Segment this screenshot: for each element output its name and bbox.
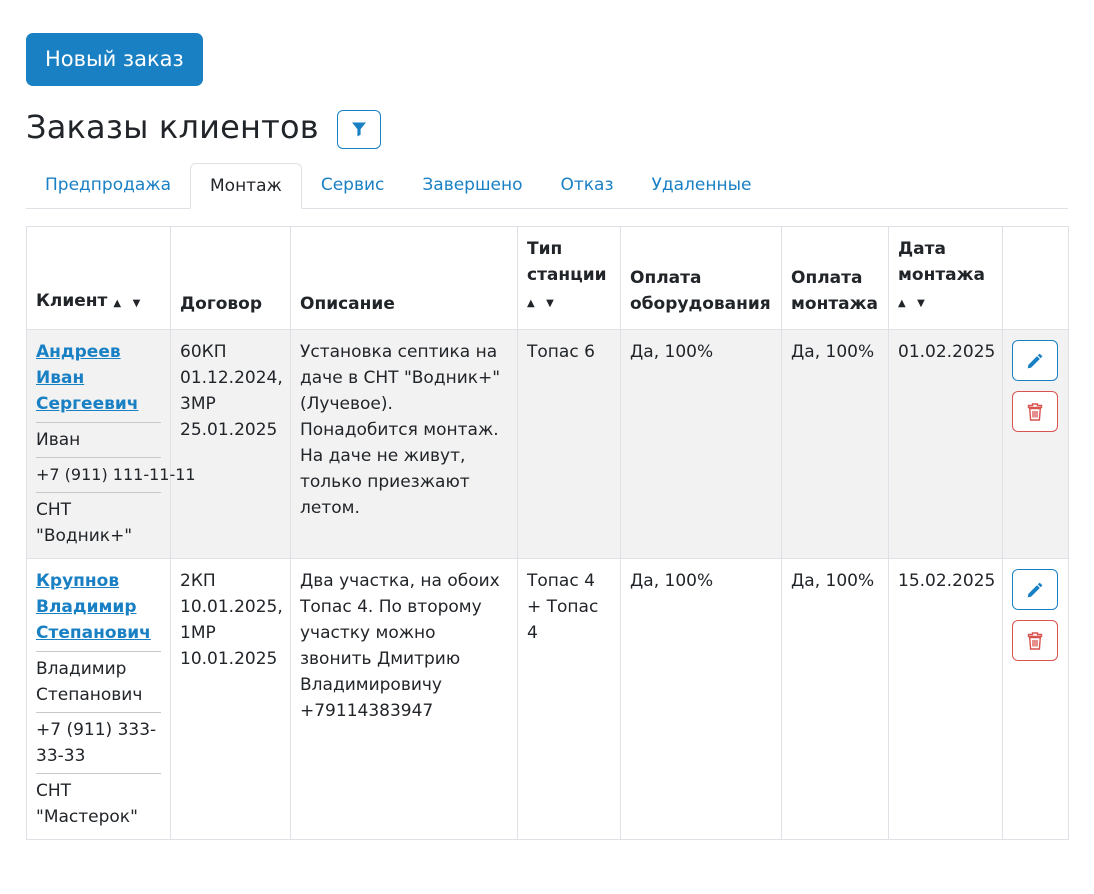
table-row: Крупнов Владимир Степанович Владимир Сте… bbox=[26, 558, 1069, 840]
client-location: СНТ "Водник+" bbox=[36, 492, 161, 549]
page-container: Новый заказ Заказы клиентов Предпродажа … bbox=[26, 33, 1069, 840]
column-header-station-type[interactable]: Тип станции ▲ ▼ bbox=[517, 226, 621, 330]
tab-service[interactable]: Сервис bbox=[302, 163, 404, 208]
description-cell: Установка септика на даче в СНТ "Водник+… bbox=[290, 329, 518, 559]
tab-installation[interactable]: Монтаж bbox=[190, 163, 302, 209]
actions-cell bbox=[1002, 558, 1069, 840]
filter-icon bbox=[351, 122, 366, 137]
table-header-row: Клиент ▲ ▼ Договор Описание Тип станции ▲ … bbox=[26, 226, 1069, 330]
column-label: Клиент bbox=[36, 291, 108, 311]
sort-arrows-icon[interactable]: ▲ ▼ bbox=[527, 298, 558, 309]
delete-button[interactable] bbox=[1012, 620, 1058, 661]
column-label: Тип станции bbox=[527, 239, 607, 285]
sort-arrows-icon[interactable]: ▲ ▼ bbox=[113, 298, 144, 309]
contract-cell: 2КП 10.01.2025, 1МР 10.01.2025 bbox=[170, 558, 291, 840]
column-header-install-payment: Оплата монтажа bbox=[781, 226, 889, 330]
install-payment-cell: Да, 100% bbox=[781, 329, 889, 559]
equipment-payment-cell: Да, 100% bbox=[620, 558, 782, 840]
tab-refused[interactable]: Отказ bbox=[542, 163, 633, 208]
description-cell: Два участка, на обоих Топас 4. По втором… bbox=[290, 558, 518, 840]
column-header-client[interactable]: Клиент ▲ ▼ bbox=[26, 226, 171, 330]
status-tabs: Предпродажа Монтаж Сервис Завершено Отка… bbox=[26, 163, 1068, 209]
actions-cell bbox=[1002, 329, 1069, 559]
tab-deleted[interactable]: Удаленные bbox=[633, 163, 771, 208]
install-date-cell: 15.02.2025 bbox=[888, 558, 1003, 840]
trash-icon bbox=[1027, 631, 1043, 650]
install-payment-cell: Да, 100% bbox=[781, 558, 889, 840]
column-header-equipment-payment: Оплата оборудования bbox=[620, 226, 782, 330]
contract-cell: 60КП 01.12.2024, 3МР 25.01.2025 bbox=[170, 329, 291, 559]
new-order-button[interactable]: Новый заказ bbox=[26, 33, 203, 86]
delete-button[interactable] bbox=[1012, 391, 1058, 432]
trash-icon bbox=[1027, 402, 1043, 421]
column-header-contract: Договор bbox=[170, 226, 291, 330]
client-cell: Андреев Иван Сергеевич Иван +7 (911) 111… bbox=[26, 329, 196, 559]
column-header-description: Описание bbox=[290, 226, 518, 330]
tab-presale[interactable]: Предпродажа bbox=[26, 163, 190, 208]
edit-button[interactable] bbox=[1012, 569, 1058, 610]
pencil-icon bbox=[1027, 582, 1043, 597]
client-location: СНТ "Мастерок" bbox=[36, 773, 161, 830]
column-header-install-date[interactable]: Дата монтажа ▲ ▼ bbox=[888, 226, 1003, 330]
equipment-payment-cell: Да, 100% bbox=[620, 329, 782, 559]
install-date-cell: 01.02.2025 bbox=[888, 329, 1003, 559]
page-title: Заказы клиентов bbox=[26, 108, 319, 146]
title-row: Заказы клиентов bbox=[26, 105, 1068, 149]
client-cell: Крупнов Владимир Степанович Владимир Сте… bbox=[26, 558, 171, 840]
sort-arrows-icon[interactable]: ▲ ▼ bbox=[898, 298, 929, 309]
pencil-icon bbox=[1027, 353, 1043, 368]
filter-button[interactable] bbox=[336, 109, 381, 149]
table-row: Андреев Иван Сергеевич Иван +7 (911) 111… bbox=[26, 329, 1069, 559]
client-phone: +7 (911) 333-33-33 bbox=[36, 712, 161, 773]
client-contact: Владимир Степанович bbox=[36, 651, 161, 712]
client-phone: +7 (911) 111-11-11 bbox=[36, 457, 196, 492]
station-type-cell: Топас 4 + Топас 4 bbox=[517, 558, 621, 840]
station-type-cell: Топас 6 bbox=[517, 329, 621, 559]
client-contact: Иван bbox=[36, 422, 161, 457]
edit-button[interactable] bbox=[1012, 340, 1058, 381]
client-name-link[interactable]: Андреев Иван Сергеевич bbox=[36, 339, 161, 422]
column-label: Дата монтажа bbox=[898, 239, 986, 285]
column-header-actions bbox=[1002, 226, 1069, 330]
client-name-link[interactable]: Крупнов Владимир Степанович bbox=[36, 568, 161, 651]
tab-completed[interactable]: Завершено bbox=[403, 163, 541, 208]
orders-table: Клиент ▲ ▼ Договор Описание Тип станции ▲ … bbox=[26, 226, 1069, 840]
